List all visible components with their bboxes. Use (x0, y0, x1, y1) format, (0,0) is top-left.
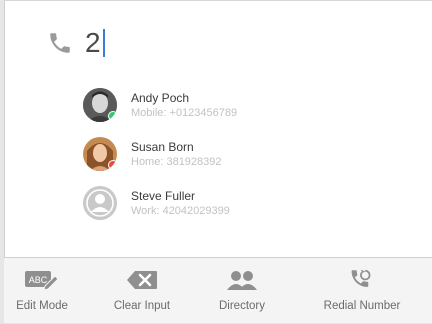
dial-input-row[interactable]: 2 (45, 21, 105, 65)
edit-mode-label: Edit Mode (16, 300, 68, 312)
text-caret (102, 29, 105, 57)
contact-name: Steve Fuller (131, 188, 196, 203)
redial-number-button[interactable]: Redial Number (292, 258, 432, 324)
presence-busy-indicator (108, 160, 117, 170)
dialed-number[interactable]: 2 (85, 29, 101, 57)
clear-input-button[interactable]: Clear Input (92, 258, 192, 324)
contact-avatar (83, 137, 117, 171)
contact-name: Andy Poch (131, 90, 190, 105)
backspace-icon (126, 266, 158, 294)
redial-number-label: Redial Number (323, 300, 401, 312)
edit-mode-button[interactable]: ABC Edit Mode (0, 258, 92, 324)
contact-item-susan-born[interactable]: Susan Born Home: 381928392 (83, 132, 383, 176)
directory-button[interactable]: Directory (192, 258, 292, 324)
contact-detail: Home: 381928392 (131, 155, 222, 168)
directory-label: Directory (218, 300, 265, 312)
abc-keyboard-icon: ABC (24, 266, 60, 294)
clear-input-label: Clear Input (113, 300, 171, 312)
abc-icon-text: ABC (29, 275, 48, 285)
contact-name: Susan Born (131, 139, 194, 154)
phone-handset-icon (45, 28, 75, 58)
contact-item-steve-fuller[interactable]: Steve Fuller Work: 42042029399 (83, 181, 383, 225)
softkey-bar: ABC Edit Mode Clear Input Directory Redi… (4, 257, 432, 323)
contact-detail: Work: 42042029399 (131, 204, 230, 217)
contact-avatar (83, 88, 117, 122)
default-avatar-icon (83, 186, 117, 220)
contact-item-andy-poch[interactable]: Andy Poch Mobile: +0123456789 (83, 83, 383, 127)
directory-people-icon (225, 266, 259, 294)
contact-detail: Mobile: +0123456789 (131, 106, 238, 119)
redial-icon (348, 266, 376, 294)
presence-available-indicator (108, 111, 117, 121)
